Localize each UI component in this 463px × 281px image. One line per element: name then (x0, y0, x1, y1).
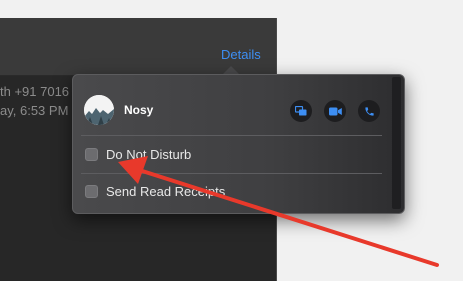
annotation-arrow (118, 156, 439, 267)
